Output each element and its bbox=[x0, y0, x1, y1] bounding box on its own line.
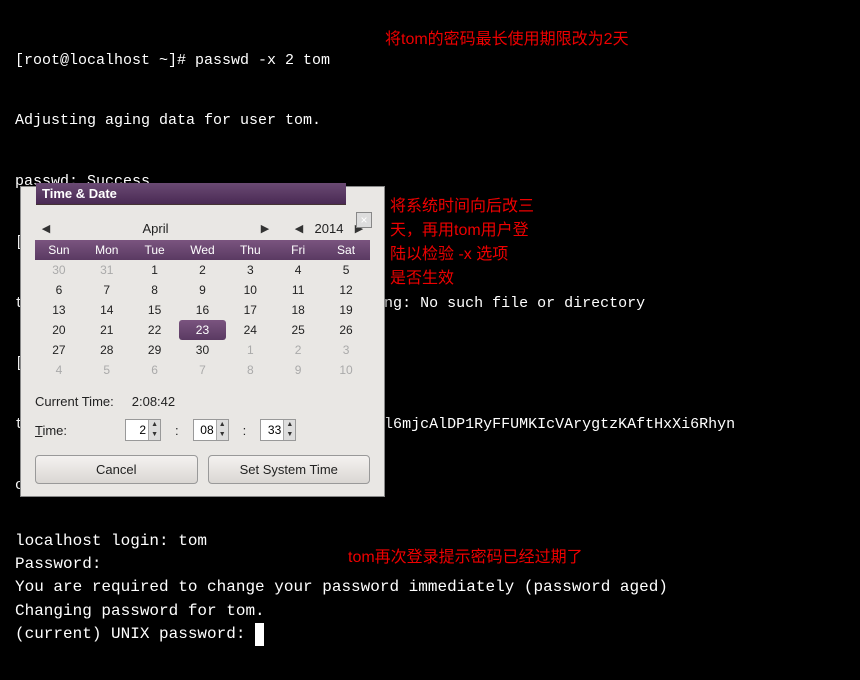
login-prompt: localhost login: tom bbox=[15, 530, 668, 553]
month-label[interactable]: April bbox=[53, 221, 258, 236]
calendar-day[interactable]: 2 bbox=[274, 340, 322, 360]
set-system-time-button[interactable]: Set System Time bbox=[208, 455, 371, 484]
calendar-day[interactable]: 14 bbox=[83, 300, 131, 320]
calendar-grid: SunMonTueWedThuFriSat 303112345678910111… bbox=[35, 240, 370, 380]
year-label[interactable]: 2014 bbox=[306, 221, 352, 236]
calendar-day[interactable]: 3 bbox=[226, 260, 274, 280]
calendar-day[interactable]: 1 bbox=[131, 260, 179, 280]
dow-header: Tue bbox=[131, 240, 179, 260]
dow-header: Mon bbox=[83, 240, 131, 260]
msg-password-aged: You are required to change your password… bbox=[15, 576, 668, 599]
calendar-day[interactable]: 5 bbox=[322, 260, 370, 280]
calendar-day[interactable]: 12 bbox=[322, 280, 370, 300]
close-icon[interactable]: × bbox=[356, 212, 372, 228]
password-prompt: Password: bbox=[15, 553, 668, 576]
second-field[interactable] bbox=[261, 421, 283, 439]
calendar-day[interactable]: 5 bbox=[83, 360, 131, 380]
calendar-day[interactable]: 8 bbox=[226, 360, 274, 380]
calendar-nav: ◀ April ▶ ◀ 2014 ▶ bbox=[35, 219, 370, 238]
current-time-label: Current Time: bbox=[35, 394, 114, 409]
annotation-shift-3-days: 将系统时间向后改三 天，再用tom用户登 陆以检验 -x 选项 是否生效 bbox=[390, 195, 534, 291]
calendar-day[interactable]: 25 bbox=[274, 320, 322, 340]
annotation-change-2-days: 将tom的密码最长使用期限改为2天 bbox=[385, 28, 629, 52]
minute-field[interactable] bbox=[194, 421, 216, 439]
hour-stepper[interactable]: ▲▼ bbox=[125, 419, 161, 441]
out-adjusting: Adjusting aging data for user tom. bbox=[15, 111, 845, 131]
dialog-titlebar[interactable]: Time & Date bbox=[36, 183, 346, 205]
second-spin-icon[interactable]: ▲▼ bbox=[283, 420, 295, 440]
calendar-day[interactable]: 3 bbox=[322, 340, 370, 360]
calendar-day[interactable]: 31 bbox=[83, 260, 131, 280]
calendar-day[interactable]: 8 bbox=[131, 280, 179, 300]
calendar-day[interactable]: 24 bbox=[226, 320, 274, 340]
calendar-day[interactable]: 26 bbox=[322, 320, 370, 340]
calendar-day[interactable]: 15 bbox=[131, 300, 179, 320]
calendar-day[interactable]: 28 bbox=[83, 340, 131, 360]
time-date-dialog: Time & Date ◀ April ▶ ◀ 2014 ▶ SunMonTue… bbox=[20, 186, 385, 497]
unix-password-prompt[interactable]: (current) UNIX password: bbox=[15, 623, 668, 646]
calendar-day[interactable]: 4 bbox=[35, 360, 83, 380]
current-time-row: Current Time: 2:08:42 bbox=[35, 394, 370, 409]
calendar-day[interactable]: 29 bbox=[131, 340, 179, 360]
calendar-day[interactable]: 10 bbox=[322, 360, 370, 380]
calendar-day[interactable]: 27 bbox=[35, 340, 83, 360]
cmd-passwd: [root@localhost ~]# passwd -x 2 tom bbox=[15, 51, 845, 71]
dow-header: Sat bbox=[322, 240, 370, 260]
second-stepper[interactable]: ▲▼ bbox=[260, 419, 296, 441]
calendar-day[interactable]: 30 bbox=[35, 260, 83, 280]
calendar-day[interactable]: 19 bbox=[322, 300, 370, 320]
calendar-day[interactable]: 16 bbox=[179, 300, 227, 320]
minute-stepper[interactable]: ▲▼ bbox=[193, 419, 229, 441]
calendar-day[interactable]: 4 bbox=[274, 260, 322, 280]
next-month-icon[interactable]: ▶ bbox=[258, 222, 272, 236]
prev-year-icon[interactable]: ◀ bbox=[292, 222, 306, 236]
calendar-day[interactable]: 23 bbox=[179, 320, 227, 340]
dow-header: Thu bbox=[226, 240, 274, 260]
calendar-day[interactable]: 2 bbox=[179, 260, 227, 280]
calendar-day[interactable]: 1 bbox=[226, 340, 274, 360]
current-time-value: 2:08:42 bbox=[132, 394, 175, 409]
calendar-day[interactable]: 30 bbox=[179, 340, 227, 360]
minute-spin-icon[interactable]: ▲▼ bbox=[216, 420, 228, 440]
calendar-day[interactable]: 21 bbox=[83, 320, 131, 340]
prev-month-icon[interactable]: ◀ bbox=[39, 222, 53, 236]
dow-header: Wed bbox=[179, 240, 227, 260]
calendar-day[interactable]: 10 bbox=[226, 280, 274, 300]
terminal-output-bottom: localhost login: tom Password: You are r… bbox=[15, 530, 668, 646]
time-label: Time: bbox=[35, 423, 67, 438]
calendar-day[interactable]: 6 bbox=[35, 280, 83, 300]
calendar-day[interactable]: 20 bbox=[35, 320, 83, 340]
dow-header: Sun bbox=[35, 240, 83, 260]
dow-header: Fri bbox=[274, 240, 322, 260]
hour-field[interactable] bbox=[126, 421, 148, 439]
msg-changing: Changing password for tom. bbox=[15, 600, 668, 623]
calendar-day[interactable]: 7 bbox=[83, 280, 131, 300]
calendar-day[interactable]: 18 bbox=[274, 300, 322, 320]
calendar-day[interactable]: 17 bbox=[226, 300, 274, 320]
calendar-day[interactable]: 9 bbox=[274, 360, 322, 380]
calendar-day[interactable]: 11 bbox=[274, 280, 322, 300]
calendar-day[interactable]: 9 bbox=[179, 280, 227, 300]
dialog-title: Time & Date bbox=[42, 186, 117, 201]
calendar-day[interactable]: 13 bbox=[35, 300, 83, 320]
calendar-day[interactable]: 7 bbox=[179, 360, 227, 380]
cancel-button[interactable]: Cancel bbox=[35, 455, 198, 484]
hour-spin-icon[interactable]: ▲▼ bbox=[148, 420, 160, 440]
calendar-day[interactable]: 22 bbox=[131, 320, 179, 340]
calendar-day[interactable]: 6 bbox=[131, 360, 179, 380]
